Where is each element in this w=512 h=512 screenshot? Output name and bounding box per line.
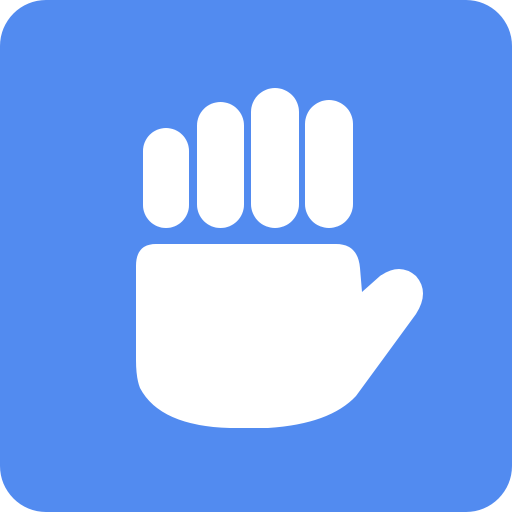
finger-middle [251, 88, 299, 228]
finger-index [305, 100, 353, 228]
raised-hand-app-icon [0, 0, 512, 512]
finger-pinky [143, 128, 189, 228]
finger-ring [197, 102, 244, 228]
icon-canvas [0, 0, 512, 512]
